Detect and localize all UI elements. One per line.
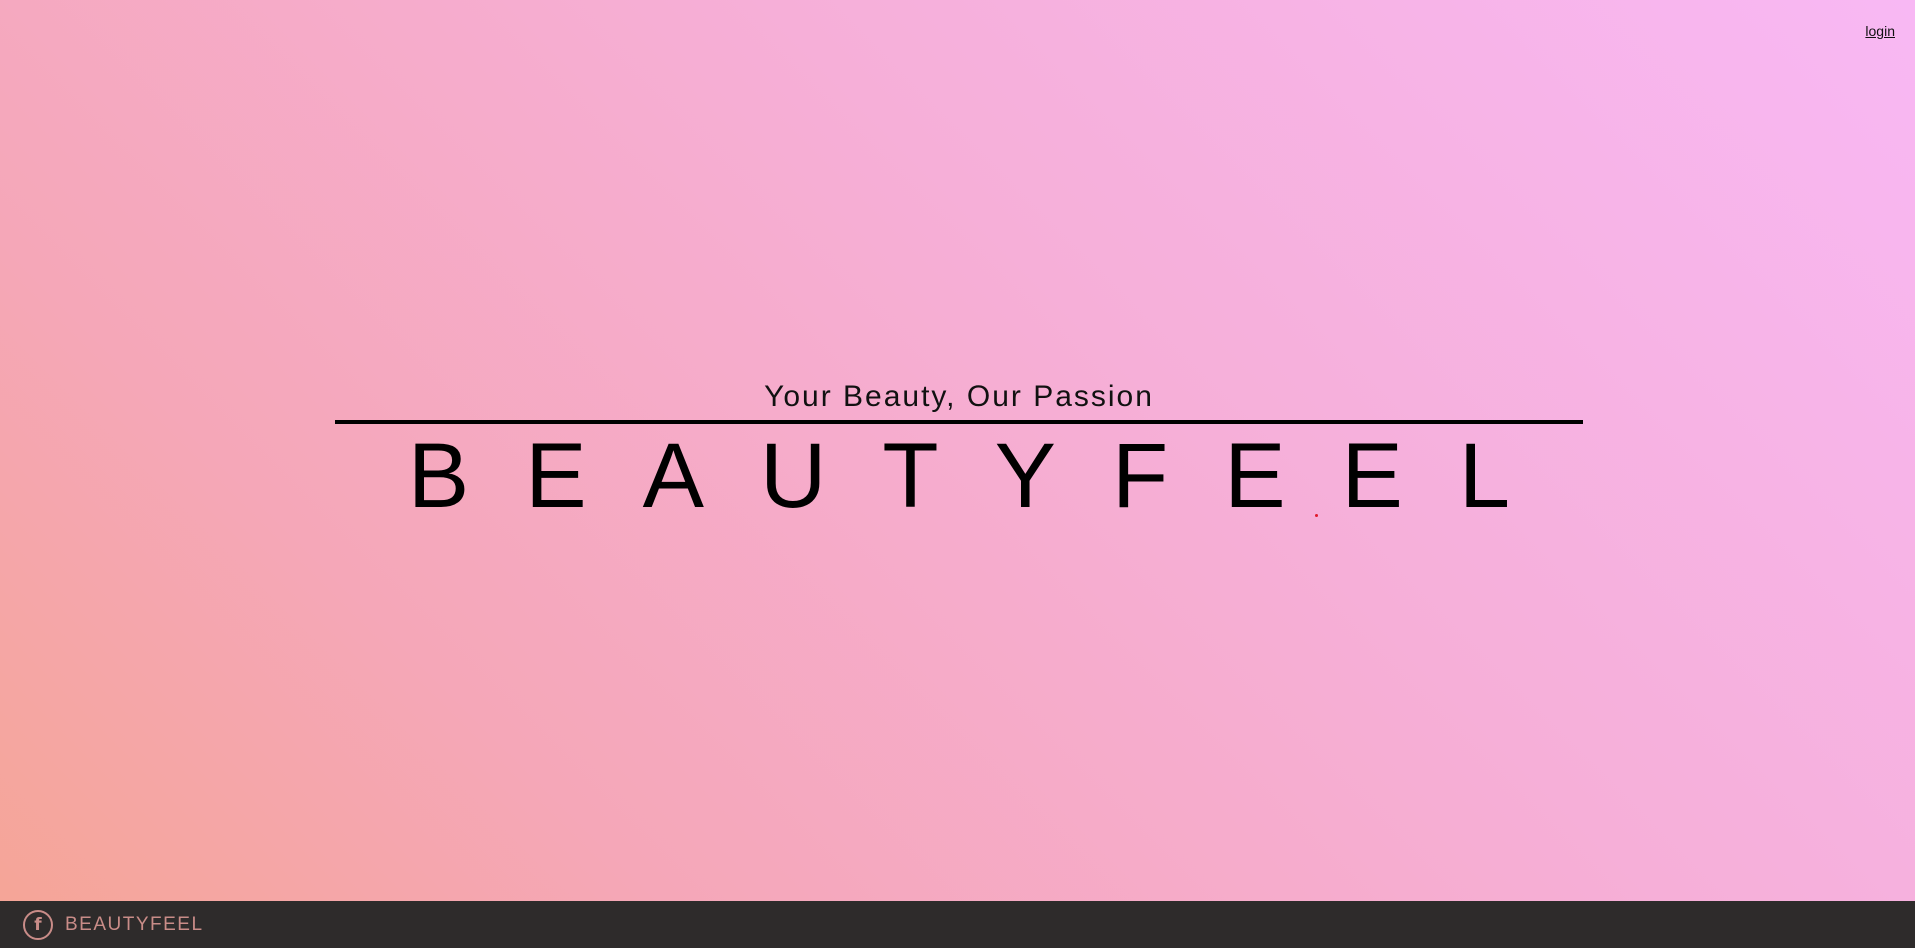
red-dot-marker [1315,514,1318,517]
footer-bar: f BEAUTYFEEL [0,901,1915,948]
facebook-icon[interactable]: f [23,909,53,940]
hero-divider [335,420,1583,424]
hero-section: Your Beauty, Our Passion BEAUTYFEEL [335,378,1583,526]
footer-brand: BEAUTYFEEL [65,913,204,935]
login-link[interactable]: login [1865,23,1895,39]
tagline: Your Beauty, Our Passion [764,380,1154,413]
brand-title: BEAUTYFEEL [407,425,1567,527]
